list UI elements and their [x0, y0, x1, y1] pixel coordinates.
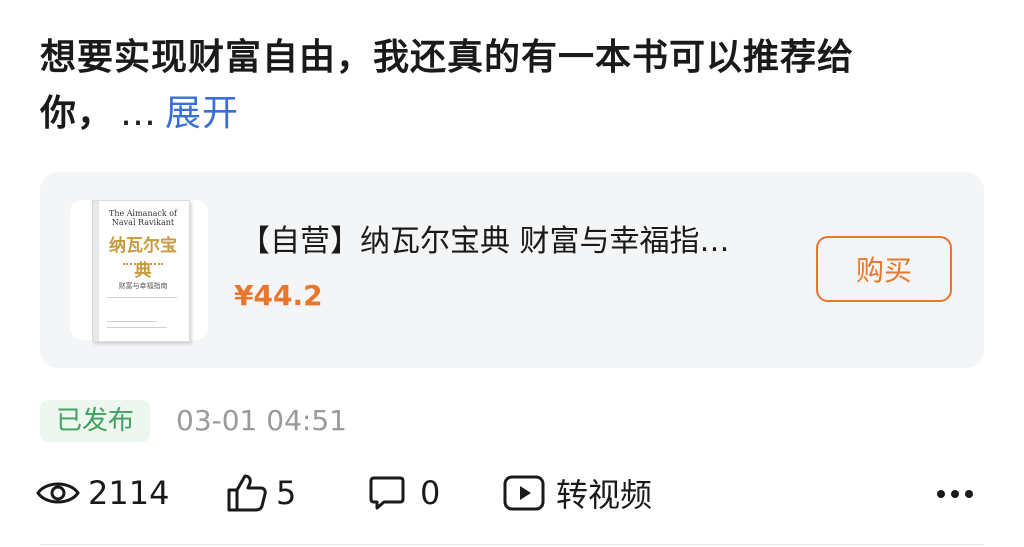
action-bar: 2114 5 0 转视频	[36, 468, 986, 518]
book-cover-image: The Almanack of Naval Ravikant 纳瓦尔宝典 财富与…	[92, 200, 190, 342]
product-card[interactable]: The Almanack of Naval Ravikant 纳瓦尔宝典 财富与…	[40, 172, 984, 368]
product-cover[interactable]: The Almanack of Naval Ravikant 纳瓦尔宝典 财富与…	[70, 200, 208, 342]
post-body: 想要实现财富自由，我还真的有一本书可以推荐给你，	[40, 37, 855, 134]
book-spine	[93, 201, 99, 341]
eye-icon	[36, 478, 80, 508]
product-price: ¥44.2	[234, 279, 323, 312]
convert-video-label: 转视频	[556, 476, 653, 514]
book-cover-line	[107, 297, 177, 298]
book-cover-ornament	[123, 263, 163, 269]
comments-count: 0	[420, 474, 441, 512]
book-cover-title-en: The Almanack of Naval Ravikant	[108, 209, 178, 227]
post-timestamp: 03-01 04:51	[176, 404, 347, 437]
views-stat: 2114	[36, 468, 169, 518]
status-badge: 已发布	[40, 400, 151, 442]
more-dots-icon	[934, 490, 976, 516]
buy-button[interactable]: 购买	[816, 236, 952, 302]
bottom-divider	[40, 544, 984, 545]
like-button[interactable]: 5	[226, 468, 296, 518]
video-play-icon	[502, 473, 546, 513]
thumbs-up-icon	[226, 473, 268, 513]
post-text: 想要实现财富自由，我还真的有一本书可以推荐给你，… 展开	[40, 30, 940, 142]
comment-button[interactable]: 0	[368, 468, 440, 518]
expand-link[interactable]: 展开	[165, 93, 239, 134]
views-count: 2114	[88, 474, 170, 512]
likes-count: 5	[276, 474, 297, 512]
more-button[interactable]	[934, 476, 976, 512]
product-title[interactable]: 【自营】纳瓦尔宝典 财富与幸福指…	[240, 222, 800, 262]
book-cover-line	[107, 327, 167, 328]
book-cover-subtitle: 财富与幸福指南	[118, 282, 168, 290]
book-cover-line	[107, 321, 157, 322]
book-cover-title-cn: 纳瓦尔宝典	[109, 236, 177, 281]
comment-icon	[368, 474, 406, 512]
post-ellipsis: …	[120, 93, 158, 134]
convert-video-button[interactable]: 转视频	[502, 468, 652, 518]
